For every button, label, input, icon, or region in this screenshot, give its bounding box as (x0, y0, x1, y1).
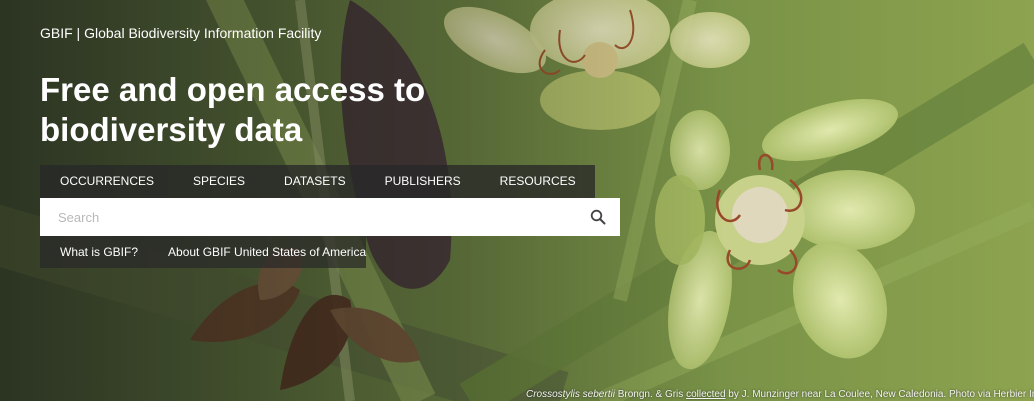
caption-credit: by J. Munzinger near La Coulee, New Cale… (725, 389, 1034, 400)
magnifier-icon (590, 209, 606, 225)
caption-collected-link[interactable]: collected (686, 389, 725, 400)
caption-species-name: Crossostylis sebertii (526, 389, 615, 400)
tab-resources[interactable]: RESOURCES (480, 165, 595, 198)
tab-publishers[interactable]: PUBLISHERS (365, 165, 480, 198)
search-button[interactable] (576, 198, 620, 236)
tab-species[interactable]: SPECIES (173, 165, 264, 198)
secondary-links: What is GBIF? About GBIF United States o… (40, 236, 367, 268)
site-name[interactable]: GBIF | Global Biodiversity Information F… (40, 24, 321, 42)
page-headline: Free and open access to biodiversity dat… (40, 71, 426, 148)
what-is-gbif-link[interactable]: What is GBIF? (40, 236, 148, 268)
tab-datasets[interactable]: DATASETS (264, 165, 365, 198)
photo-caption: Crossostylis sebertii Brongn. & Gris col… (526, 388, 1034, 401)
search-bar (40, 198, 620, 236)
tab-occurrences[interactable]: OCCURRENCES (40, 165, 173, 198)
hero-section: GBIF | Global Biodiversity Information F… (0, 0, 1034, 401)
about-gbif-usa-link[interactable]: About GBIF United States of America (148, 236, 366, 268)
search-input[interactable] (40, 199, 576, 235)
caption-authority: Brongn. & Gris (614, 389, 687, 400)
main-nav-tabs: OCCURRENCES SPECIES DATASETS PUBLISHERS … (40, 165, 595, 198)
